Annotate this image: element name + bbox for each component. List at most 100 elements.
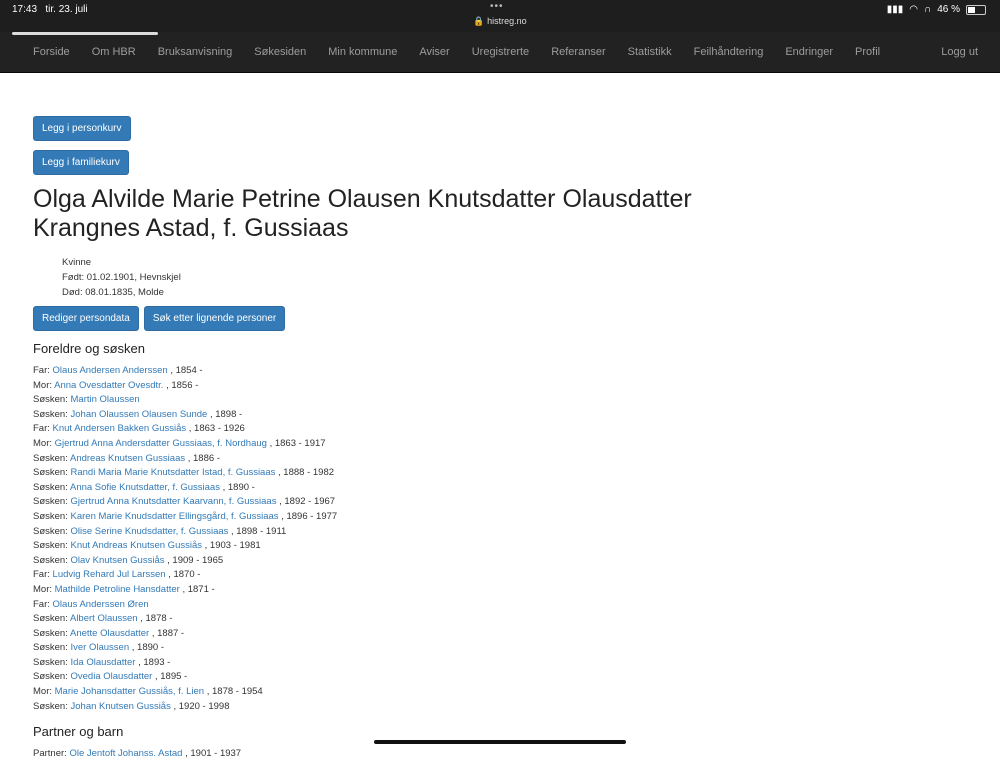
- wifi-icon: ◠: [909, 4, 919, 15]
- relation-row: Far: Olaus Andersen Anderssen , 1854 -: [33, 364, 973, 379]
- relation-person-link[interactable]: Marie Johansdatter Gussiås, f. Lien: [55, 686, 204, 697]
- relation-role: Søsken:: [33, 394, 68, 406]
- relation-row: Mor: Anna Ovesdatter Ovesdtr. , 1856 -: [33, 379, 973, 394]
- battery-icon: [966, 4, 986, 15]
- relation-row: Søsken: Olise Serine Knudsdatter, f. Gus…: [33, 525, 973, 540]
- nav-item-statistikk[interactable]: Statistikk: [617, 32, 683, 72]
- birth-info: Født: 01.02.1901, Hevnskjel: [62, 272, 181, 283]
- nav-item-forside[interactable]: Forside: [22, 32, 81, 72]
- relation-role: Søsken:: [33, 642, 68, 654]
- logout-link[interactable]: Logg ut: [941, 32, 978, 72]
- relation-row: Søsken: Ida Olausdatter , 1893 -: [33, 656, 973, 671]
- relation-person-link[interactable]: Ludvig Rehard Jul Larssen: [53, 569, 166, 580]
- more-dots-icon[interactable]: •••: [490, 1, 504, 12]
- nav-item-søkesiden[interactable]: Søkesiden: [243, 32, 317, 72]
- home-indicator: [374, 740, 626, 744]
- address-bar[interactable]: 🔒 histreg.no: [0, 16, 1000, 27]
- relation-role: Far:: [33, 598, 50, 610]
- relation-years: , 1886 -: [187, 452, 220, 464]
- status-time: 17:43 tir. 23. juli: [12, 4, 88, 15]
- relation-years: , 1903 - 1981: [204, 540, 261, 552]
- relation-row: Søsken: Andreas Knutsen Gussiaas , 1886 …: [33, 452, 973, 467]
- relation-person-link[interactable]: Andreas Knutsen Gussiaas: [70, 453, 185, 464]
- relation-row: Søsken: Iver Olaussen , 1890 -: [33, 641, 973, 656]
- relation-years: , 1890 -: [131, 642, 164, 654]
- relation-person-link[interactable]: Randi Maria Marie Knutsdatter Istad, f. …: [71, 467, 276, 478]
- relation-years: , 1896 - 1977: [281, 510, 338, 522]
- nav-item-om-hbr[interactable]: Om HBR: [81, 32, 147, 72]
- nav-item-uregistrerte[interactable]: Uregistrerte: [461, 32, 540, 72]
- relation-role: Mor:: [33, 686, 52, 698]
- nav-item-aviser[interactable]: Aviser: [408, 32, 460, 72]
- relation-role: Søsken:: [33, 700, 68, 712]
- nav-item-referanser[interactable]: Referanser: [540, 32, 616, 72]
- relation-row: Søsken: Knut Andreas Knutsen Gussiås , 1…: [33, 539, 973, 554]
- death-info: Død: 08.01.1835, Molde: [62, 287, 164, 298]
- relation-person-link[interactable]: Olav Knutsen Gussiås: [71, 555, 165, 566]
- main-content: Legg i personkurv Legg i familiekurv Olg…: [33, 116, 973, 762]
- relation-row: Far: Knut Andersen Bakken Gussiås , 1863…: [33, 422, 973, 437]
- relation-years: , 1920 - 1998: [173, 700, 230, 712]
- relation-person-link[interactable]: Anette Olausdatter: [70, 628, 149, 639]
- relation-person-link[interactable]: Albert Olaussen: [70, 613, 138, 624]
- relation-person-link[interactable]: Karen Marie Knudsdatter Ellingsgård, f. …: [71, 511, 279, 522]
- person-info: Kvinne Født: 01.02.1901, Hevnskjel Død: …: [62, 255, 973, 300]
- relation-role: Søsken:: [33, 525, 68, 537]
- relation-row: Søsken: Anette Olausdatter , 1887 -: [33, 627, 973, 642]
- relation-years: , 1909 - 1965: [167, 554, 224, 566]
- relation-role: Far:: [33, 365, 50, 376]
- relation-person-link[interactable]: Olise Serine Knudsdatter, f. Gussiaas: [71, 526, 229, 537]
- relation-person-link[interactable]: Gjertrud Anna Knutsdatter Kaarvann, f. G…: [71, 496, 277, 507]
- nav-item-profil[interactable]: Profil: [844, 32, 891, 72]
- add-to-person-basket-button[interactable]: Legg i personkurv: [33, 116, 131, 141]
- relation-row: Mor: Gjertrud Anna Andersdatter Gussiaas…: [33, 437, 973, 452]
- relation-person-link[interactable]: Ovedia Olausdatter: [71, 671, 153, 682]
- relation-years: , 1878 - 1954: [206, 686, 263, 698]
- page-title: Olga Alvilde Marie Petrine Olausen Knuts…: [33, 185, 692, 242]
- nav-item-feilhåndtering[interactable]: Feilhåndtering: [683, 32, 775, 72]
- relation-person-link[interactable]: Gjertrud Anna Andersdatter Gussiaas, f. …: [55, 438, 267, 449]
- relation-person-link[interactable]: Knut Andersen Bakken Gussiås: [53, 423, 187, 434]
- relation-person-link[interactable]: Iver Olaussen: [71, 642, 130, 653]
- nav-item-bruksanvisning[interactable]: Bruksanvisning: [147, 32, 244, 72]
- relation-person-link[interactable]: Johan Olaussen Olausen Sunde: [71, 409, 208, 420]
- relation-row: Far: Ludvig Rehard Jul Larssen , 1870 -: [33, 568, 973, 583]
- relation-person-link[interactable]: Olaus Anderssen Øren: [53, 599, 149, 610]
- relation-role: Mor:: [33, 583, 52, 595]
- relation-role: Far:: [33, 569, 50, 581]
- relation-row: Søsken: Martin Olaussen: [33, 393, 973, 408]
- relation-role: Søsken:: [33, 540, 68, 552]
- relations-list: Far: Olaus Andersen Anderssen , 1854 - Mo…: [33, 364, 973, 714]
- relation-row: Søsken: Randi Maria Marie Knutsdatter Is…: [33, 466, 973, 481]
- relation-person-link[interactable]: Johan Knutsen Gussiås: [71, 701, 171, 712]
- nav-item-min-kommune[interactable]: Min kommune: [317, 32, 408, 72]
- search-similar-button[interactable]: Søk etter lignende personer: [143, 306, 286, 331]
- relation-person-link[interactable]: Mathilde Petroline Hansdatter: [55, 584, 180, 595]
- relation-row: Mor: Marie Johansdatter Gussiås, f. Lien…: [33, 685, 973, 700]
- relation-years: , 1870 -: [168, 569, 201, 581]
- parents-siblings-heading: Foreldre og søsken: [33, 341, 145, 356]
- gender: Kvinne: [62, 257, 92, 268]
- relation-role: Søsken:: [33, 496, 68, 508]
- relation-person-link[interactable]: Olaus Andersen Anderssen: [53, 365, 168, 376]
- relation-row: Søsken: Gjertrud Anna Knutsdatter Kaarva…: [33, 495, 973, 510]
- relation-row: Søsken: Johan Knutsen Gussiås , 1920 - 1…: [33, 700, 973, 715]
- relation-row: Søsken: Olav Knutsen Gussiås , 1909 - 19…: [33, 554, 973, 569]
- status-indicators: ▮▮▮ ◠ ∩ 46 %: [887, 4, 986, 15]
- relation-person-link[interactable]: Knut Andreas Knutsen Gussiås: [71, 540, 203, 551]
- signal-icon: ▮▮▮: [886, 4, 904, 15]
- relation-person-link[interactable]: Ida Olausdatter: [71, 657, 136, 668]
- relation-row: Søsken: Johan Olaussen Olausen Sunde , 1…: [33, 408, 973, 423]
- add-to-family-basket-button[interactable]: Legg i familiekurv: [33, 150, 129, 175]
- partner-list: Partner: Ole Jentoft Johanss. Astad , 19…: [33, 747, 973, 762]
- edit-person-button[interactable]: Rediger persondata: [33, 306, 139, 331]
- relation-role: Søsken:: [33, 671, 68, 683]
- relation-person-link[interactable]: Anna Sofie Knutsdatter, f. Gussiaas: [70, 482, 220, 493]
- relation-role: Søsken:: [33, 467, 68, 479]
- relation-row: Søsken: Ovedia Olausdatter , 1895 -: [33, 670, 973, 685]
- relation-person-link[interactable]: Anna Ovesdatter Ovesdtr.: [54, 380, 163, 391]
- nav-item-endringer[interactable]: Endringer: [774, 32, 844, 72]
- relation-person-link[interactable]: Martin Olaussen: [71, 394, 140, 405]
- relation-years: , 1893 -: [138, 656, 171, 668]
- relation-years: , 1895 -: [155, 671, 188, 683]
